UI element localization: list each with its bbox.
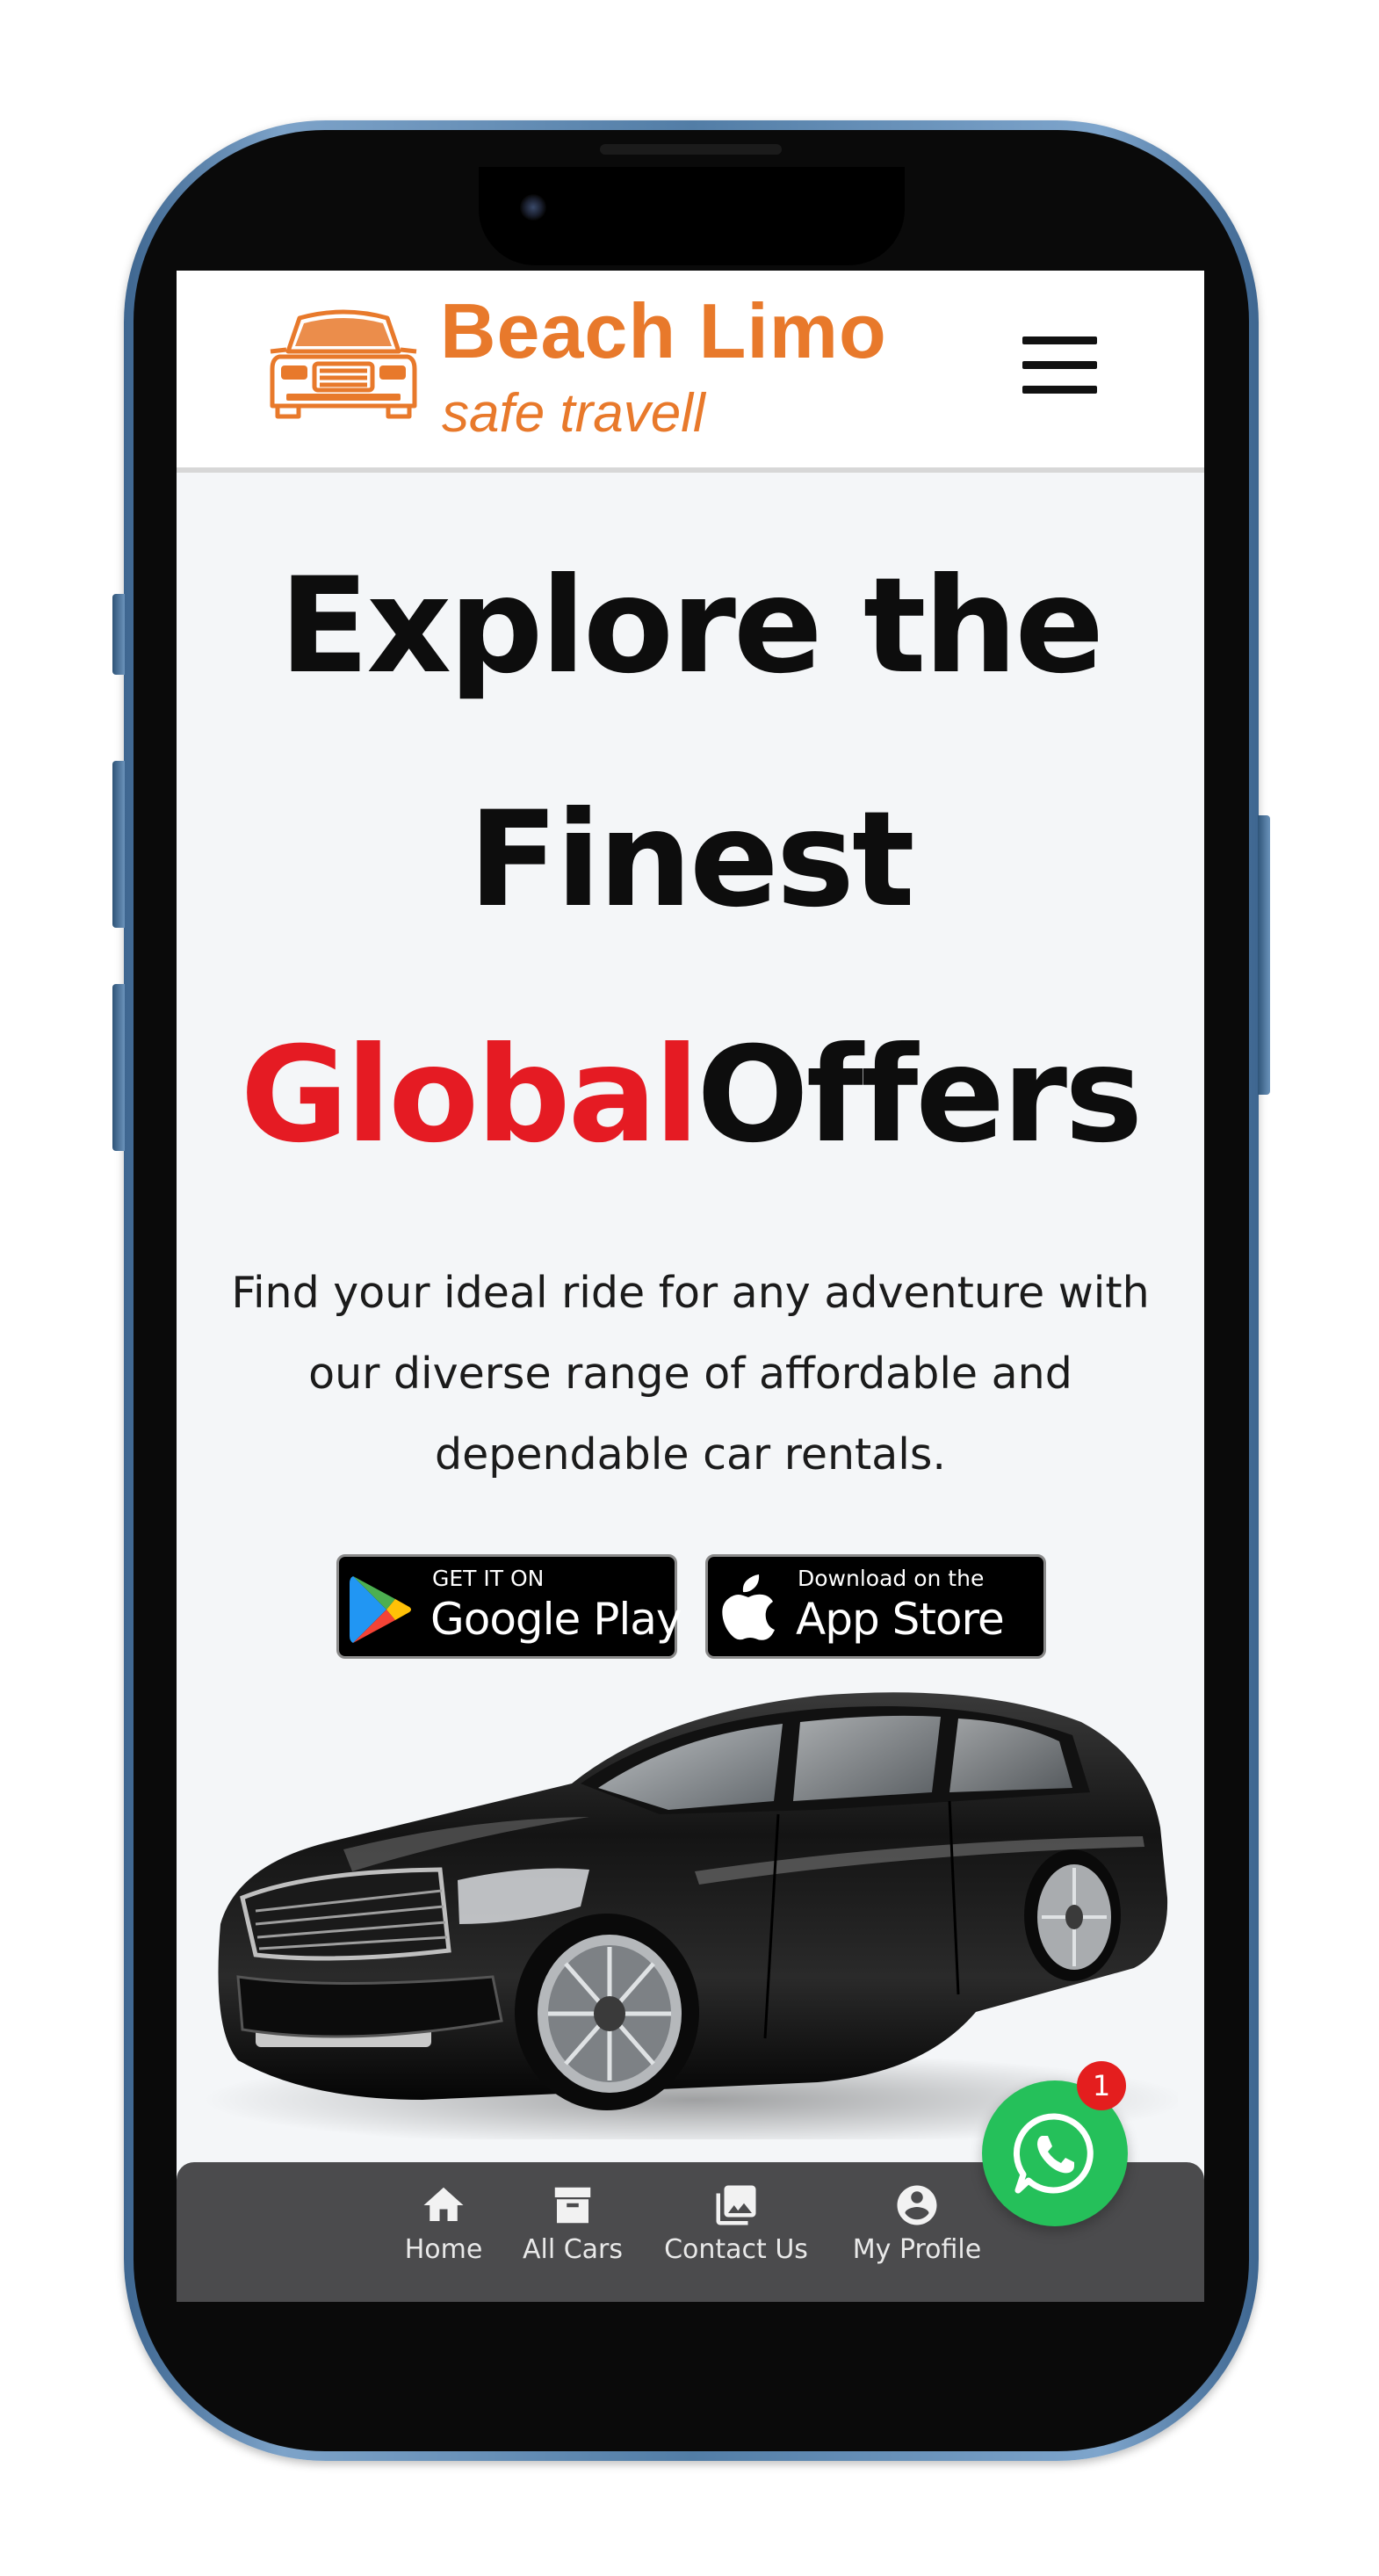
app-store-badge[interactable]: Download on the App Store — [705, 1554, 1046, 1659]
nav-item-home[interactable]: Home — [391, 2182, 496, 2265]
nav-label-contact-us: Contact Us — [664, 2234, 808, 2265]
hero-subtitle: Find your ideal ride for any adventure w… — [231, 1268, 1150, 1480]
hero-title-accent: Global — [240, 1019, 700, 1172]
apple-icon — [722, 1574, 775, 1640]
nav-item-contact-us[interactable]: Contact Us — [653, 2182, 819, 2265]
nav-label-home: Home — [404, 2234, 483, 2265]
menu-bar-bottom — [1022, 386, 1097, 394]
front-camera — [520, 194, 546, 221]
phone-power-button — [1258, 815, 1270, 1095]
google-badge-small-text: GET IT ON — [432, 1566, 545, 1591]
hero-title-line-3: GlobalOffers — [177, 1019, 1204, 1172]
brand-tagline: safe travell — [442, 383, 705, 444]
image-icon — [716, 2185, 756, 2225]
phone-volume-up — [112, 761, 125, 928]
black-limousine-image — [203, 1692, 1178, 2139]
archive-icon — [554, 2187, 591, 2224]
phone-speaker — [600, 144, 782, 155]
account-circle-icon — [897, 2185, 937, 2225]
brand-name[interactable]: Beach Limo — [440, 286, 887, 376]
whatsapp-icon — [1013, 2113, 1094, 2194]
hamburger-menu-button[interactable] — [1022, 336, 1097, 394]
nav-item-my-profile[interactable]: My Profile — [834, 2182, 1000, 2265]
menu-bar-top — [1022, 336, 1097, 344]
whatsapp-notification-badge: 1 — [1077, 2061, 1126, 2110]
google-play-badge[interactable]: GET IT ON Google Play — [336, 1554, 682, 1659]
menu-bar-middle — [1022, 361, 1097, 369]
phone-volume-down — [112, 984, 125, 1151]
app-screen: Beach Limo safe travell Explore the Fine… — [177, 271, 1204, 2302]
hero-title-rest: Offers — [697, 1019, 1143, 1172]
phone-mute-switch — [112, 594, 125, 675]
site-header: Beach Limo safe travell — [177, 271, 1204, 473]
nav-item-all-cars[interactable]: All Cars — [511, 2182, 634, 2265]
apple-badge-big-text: App Store — [796, 1594, 1005, 1645]
nav-label-all-cars: All Cars — [522, 2234, 624, 2265]
limo-logo-icon[interactable] — [269, 308, 418, 422]
nav-label-my-profile: My Profile — [852, 2234, 982, 2265]
hero-title-line-1: Explore the — [278, 550, 1104, 703]
hero-title-line-2: Finest — [468, 784, 914, 937]
google-badge-big-text: Google Play — [430, 1594, 682, 1645]
google-play-icon — [350, 1576, 411, 1643]
home-icon — [423, 2187, 464, 2221]
apple-badge-small-text: Download on the — [798, 1566, 985, 1591]
